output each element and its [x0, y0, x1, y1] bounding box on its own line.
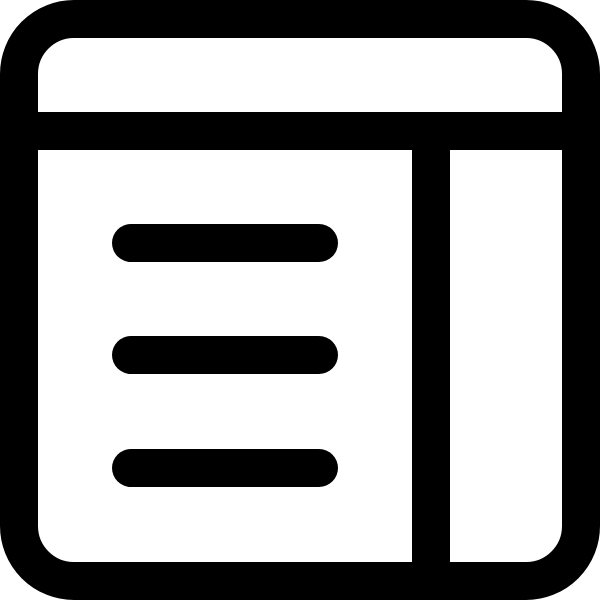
- icon-canvas: [0, 0, 600, 600]
- layout-sidebar-right-text-icon: [0, 0, 600, 600]
- window-frame: [0, 0, 600, 600]
